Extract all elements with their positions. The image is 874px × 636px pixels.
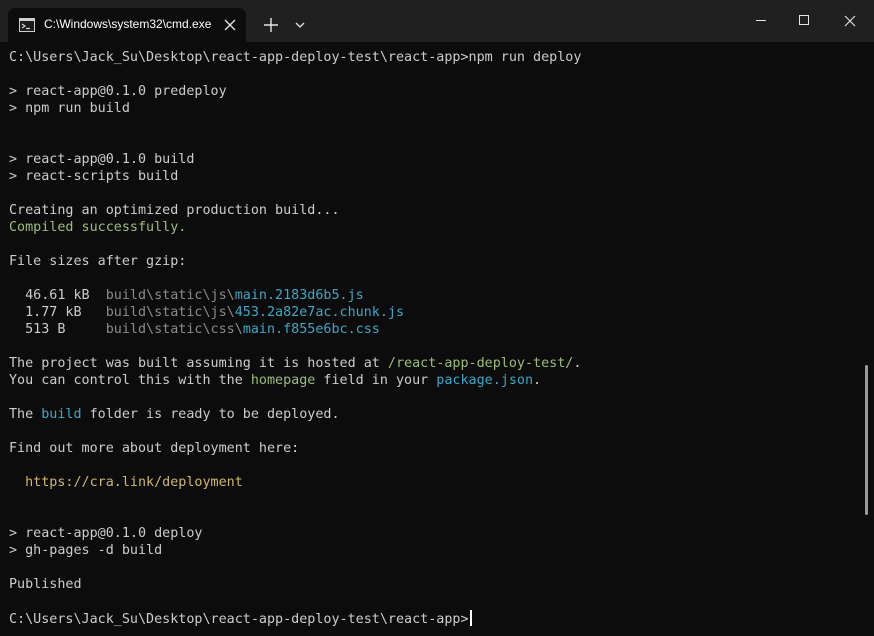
output-line: The build folder is ready to be deployed… xyxy=(9,406,340,423)
file-dir: build\static\js\ xyxy=(105,305,235,320)
file-size: 1.77 kB xyxy=(9,305,106,320)
minimize-icon[interactable] xyxy=(738,0,784,42)
file-dir: build\static\js\ xyxy=(105,288,235,303)
output-line: > react-app@0.1.0 predeploy xyxy=(9,84,227,99)
text-segment: field in your xyxy=(315,373,437,388)
text-segment: folder is ready to be deployed. xyxy=(81,407,340,422)
output-line: > npm run build xyxy=(9,101,130,116)
text-cursor xyxy=(469,610,472,626)
file-name: main.f855e6bc.css xyxy=(242,322,380,337)
build-keyword: build xyxy=(41,407,82,422)
text-segment: The project was built assuming it is hos… xyxy=(9,356,388,371)
text-segment: You can control this with the xyxy=(9,373,251,388)
file-name: main.2183d6b5.js xyxy=(234,288,364,303)
command-prompt[interactable]: C:\Users\Jack_Su\Desktop\react-app-deplo… xyxy=(9,610,472,627)
title-bar: C:\Windows\system32\cmd.exe xyxy=(0,0,874,42)
homepage-keyword: homepage xyxy=(250,373,316,388)
output-line: You can control this with the homepage f… xyxy=(9,372,541,389)
output-line: Creating an optimized production build..… xyxy=(9,203,340,218)
package-json-keyword: package.json xyxy=(436,373,534,388)
close-icon[interactable] xyxy=(828,0,874,42)
output-line: > react-app@0.1.0 deploy xyxy=(9,526,203,541)
file-size-row: 513 B build\static\css\main.f855e6bc.css xyxy=(9,321,380,338)
command-line: C:\Users\Jack_Su\Desktop\react-app-deplo… xyxy=(9,50,582,65)
file-name: 453.2a82e7ac.chunk.js xyxy=(234,305,405,320)
output-line: > react-app@0.1.0 build xyxy=(9,152,195,167)
text-segment: . xyxy=(573,356,582,371)
output-line: > react-scripts build xyxy=(9,169,179,184)
file-size-row: 46.61 kB build\static\js\main.2183d6b5.j… xyxy=(9,287,364,304)
close-icon[interactable] xyxy=(221,16,239,34)
output-line: Published xyxy=(9,577,82,592)
hosted-path: /react-app-deploy-test/ xyxy=(387,356,574,371)
tab-cmd[interactable]: C:\Windows\system32\cmd.exe xyxy=(8,8,246,42)
success-message: Compiled successfully. xyxy=(9,220,187,235)
cmd-terminal-icon xyxy=(19,18,35,32)
text-segment: . xyxy=(533,373,542,388)
scrollbar[interactable] xyxy=(860,42,874,636)
file-dir: build\static\css\ xyxy=(105,322,243,337)
text-segment: The xyxy=(9,407,42,422)
terminal-window: C:\Windows\system32\cmd.exe C:\Users\Jac… xyxy=(0,0,874,636)
output-line: The project was built assuming it is hos… xyxy=(9,355,581,372)
deployment-url: https://cra.link/deployment xyxy=(9,475,243,490)
prompt-text: C:\Users\Jack_Su\Desktop\react-app-deplo… xyxy=(9,612,469,627)
output-line: Find out more about deployment here: xyxy=(9,441,300,456)
output-line: File sizes after gzip: xyxy=(9,254,187,269)
tab-title: C:\Windows\system32\cmd.exe xyxy=(44,17,212,31)
terminal-output[interactable]: C:\Users\Jack_Su\Desktop\react-app-deplo… xyxy=(0,42,860,636)
output-line: > gh-pages -d build xyxy=(9,543,163,558)
file-size-row: 1.77 kB build\static\js\453.2a82e7ac.chu… xyxy=(9,304,404,321)
chevron-down-icon[interactable] xyxy=(291,14,309,36)
plus-icon[interactable] xyxy=(259,14,283,36)
file-size: 46.61 kB xyxy=(9,288,106,303)
maximize-icon[interactable] xyxy=(784,0,830,42)
scrollbar-thumb[interactable] xyxy=(865,365,868,515)
file-size: 513 B xyxy=(9,322,106,337)
